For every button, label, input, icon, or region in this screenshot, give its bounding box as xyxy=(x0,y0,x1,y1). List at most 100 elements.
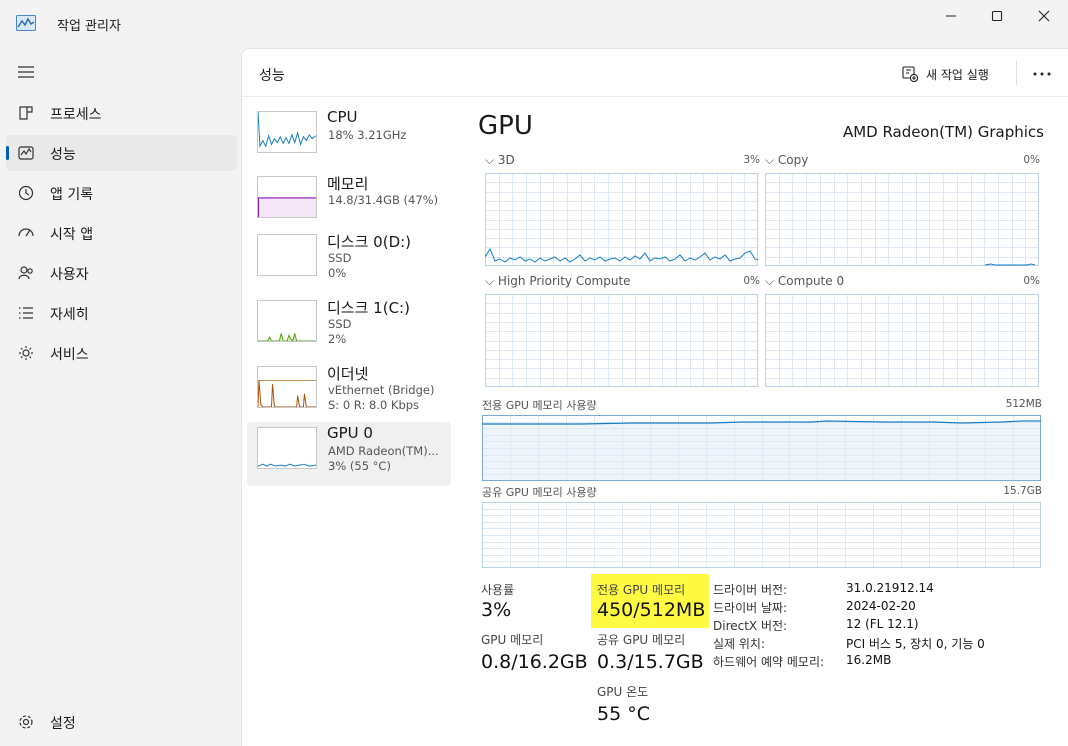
dedicated-memory-graph xyxy=(482,415,1041,481)
engine-name: 3D xyxy=(497,153,515,167)
engine-name: High Priority Compute xyxy=(497,274,631,288)
resource-throughput: S: 0 R: 8.0 Kbps xyxy=(328,398,420,412)
active-indicator xyxy=(6,146,9,160)
resource-detail: AMD Radeon(TM)... xyxy=(328,444,439,458)
resource-name: CPU xyxy=(327,108,358,126)
engine-name: Copy xyxy=(777,153,809,167)
engine-label-compute-0[interactable]: ⌵ Compute 0 xyxy=(765,274,844,289)
more-icon xyxy=(1033,72,1051,76)
graph-grid xyxy=(765,173,1039,266)
dedicated-memory-graph-label: 전용 GPU 메모리 사용량 xyxy=(482,399,597,412)
nav-item-label: 성능 xyxy=(50,147,76,163)
details-icon xyxy=(19,307,33,319)
resource-name: 이더넷 xyxy=(327,365,369,383)
resource-item-memory[interactable]: 메모리 14.8/31.4GB (47%) xyxy=(247,171,451,235)
resource-name: 메모리 xyxy=(327,175,369,193)
engine-name: Compute 0 xyxy=(777,274,845,288)
nav-item-users[interactable]: 사용자 xyxy=(6,255,237,291)
close-icon xyxy=(1038,10,1050,22)
resource-item-ethernet[interactable]: 이더넷 vEthernet (Bridge) S: 0 R: 8.0 Kbps xyxy=(247,361,451,425)
engine-label-copy[interactable]: ⌵ Copy xyxy=(765,153,808,168)
resource-item-disk-1[interactable]: 디스크 1(C:) SSD 2% xyxy=(247,295,451,359)
run-new-task-label: 새 작업 실행 xyxy=(926,67,989,82)
resource-type: SSD xyxy=(328,251,352,265)
startup-apps-icon xyxy=(18,228,34,237)
resource-name: GPU 0 xyxy=(327,424,373,442)
hamburger-menu-button[interactable] xyxy=(10,59,42,87)
nav-item-label: 시작 앱 xyxy=(50,227,94,243)
resource-name: 디스크 0(D:) xyxy=(327,233,412,251)
nav-item-settings[interactable]: 설정 xyxy=(6,704,237,740)
graph-grid xyxy=(482,502,1041,568)
resource-usage: 0% xyxy=(328,266,347,280)
gpu-title: GPU xyxy=(478,111,533,141)
minimize-button[interactable] xyxy=(928,0,974,32)
engine-pct-copy: 0% xyxy=(1023,154,1040,166)
window-title: 작업 관리자 xyxy=(57,19,121,34)
resource-item-gpu-0[interactable]: GPU 0 AMD Radeon(TM)... 3% (55 °C) xyxy=(247,422,451,486)
nav-item-label: 프로세스 xyxy=(50,107,102,123)
nav-item-startup-apps[interactable]: 시작 앱 xyxy=(6,215,237,251)
resource-detail: 14.8/31.4GB (47%) xyxy=(328,193,439,207)
driver-date-label: 드라이버 날짜: xyxy=(713,601,788,615)
shared-memory-graph xyxy=(482,502,1041,568)
engine-label-3d[interactable]: ⌵ 3D xyxy=(485,153,515,168)
nav-item-label: 설정 xyxy=(50,716,76,732)
nav-item-performance[interactable]: 성능 xyxy=(6,135,237,171)
page-title: 성능 xyxy=(259,68,285,84)
graph-grid xyxy=(485,294,758,387)
driver-version-label: 드라이버 버전: xyxy=(713,583,788,597)
utilization-value: 3% xyxy=(481,599,512,621)
dedicated-memory-label: 전용 GPU 메모리 xyxy=(597,583,686,597)
engine-label-high-priority-compute[interactable]: ⌵ High Priority Compute xyxy=(485,274,631,289)
ethernet-thumbnail-graph xyxy=(257,366,317,408)
nav-item-processes[interactable]: 프로세스 xyxy=(6,95,237,131)
nav-item-label: 서비스 xyxy=(50,347,89,363)
resource-item-cpu[interactable]: CPU 18% 3.21GHz xyxy=(247,106,451,170)
shared-memory-max: 15.7GB xyxy=(1003,485,1042,497)
nav-item-label: 사용자 xyxy=(50,267,89,283)
more-options-button[interactable] xyxy=(1028,65,1056,83)
header-divider xyxy=(1016,61,1017,85)
minimize-icon xyxy=(946,15,956,17)
resource-type: SSD xyxy=(328,317,352,331)
resource-detail: 18% 3.21GHz xyxy=(328,128,407,142)
nav-item-details[interactable]: 자세히 xyxy=(6,295,237,331)
memory-thumbnail-graph xyxy=(257,176,317,218)
nav-item-app-history[interactable]: 앱 기록 xyxy=(6,175,237,211)
maximize-icon xyxy=(991,10,1003,22)
resource-usage: 2% xyxy=(328,332,347,346)
gpu-thumbnail-graph xyxy=(257,427,317,469)
task-manager-app-icon xyxy=(16,15,36,31)
graph-grid xyxy=(765,294,1039,387)
driver-date-value: 2024-02-20 xyxy=(846,599,916,613)
dedicated-memory-value: 450/512MB xyxy=(597,599,706,621)
run-new-task-button[interactable]: 새 작업 실행 xyxy=(902,61,1004,87)
hamburger-icon xyxy=(18,66,34,78)
gpu-memory-value: 0.8/16.2GB xyxy=(481,651,588,673)
disk-0-thumbnail-graph xyxy=(257,234,317,276)
gpu-temperature-label: GPU 온도 xyxy=(597,685,649,699)
gpu-memory-label: GPU 메모리 xyxy=(481,633,544,647)
title-bar: 작업 관리자 xyxy=(0,0,1068,48)
hardware-reserved-memory-label: 하드웨어 예약 메모리: xyxy=(713,655,825,669)
cpu-thumbnail-graph xyxy=(257,111,317,153)
utilization-label: 사용률 xyxy=(481,583,515,597)
driver-version-value: 31.0.21912.14 xyxy=(846,581,934,595)
engine-pct-compute-0: 0% xyxy=(1023,275,1040,287)
maximize-button[interactable] xyxy=(974,0,1020,32)
performance-panel: 성능 새 작업 실행 CPU 18% 3.21GHz 메모리 14.8/31.4… xyxy=(241,48,1068,746)
resource-name: 디스크 1(C:) xyxy=(327,299,410,317)
engine-pct-3d: 3% xyxy=(743,154,760,166)
engine-pct-high-priority-compute: 0% xyxy=(743,275,760,287)
nav-item-services[interactable]: 서비스 xyxy=(6,335,237,371)
services-icon xyxy=(19,346,33,360)
graph-grid xyxy=(485,173,758,266)
directx-version-value: 12 (FL 12.1) xyxy=(846,617,919,631)
users-icon xyxy=(18,266,33,280)
new-task-icon xyxy=(902,66,918,82)
gear-icon xyxy=(19,715,33,729)
engine-graph-high-priority-compute xyxy=(485,294,758,387)
close-button[interactable] xyxy=(1021,0,1067,32)
resource-item-disk-0[interactable]: 디스크 0(D:) SSD 0% xyxy=(247,229,451,293)
